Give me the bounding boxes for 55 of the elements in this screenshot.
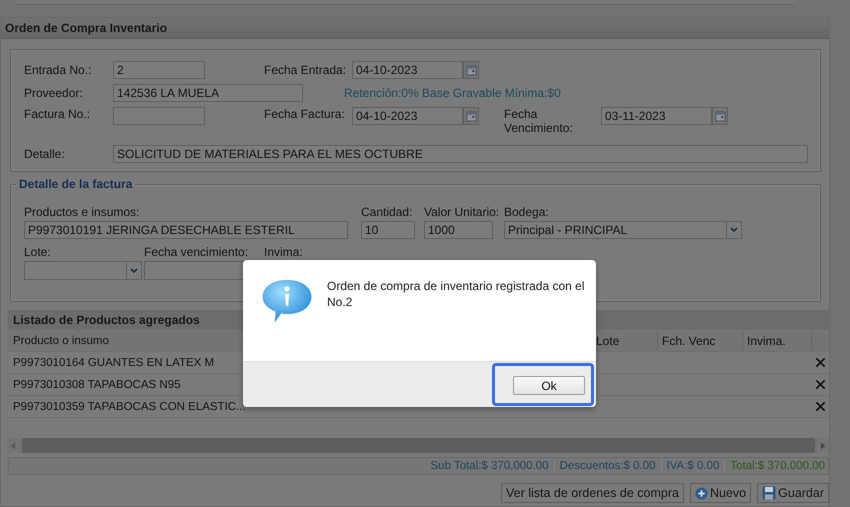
save-button[interactable]: Guardar <box>757 483 829 503</box>
field-label: Valor Unitario: <box>424 205 500 219</box>
field-label: Fecha Entrada: <box>264 63 348 77</box>
total-value: Total:$ 370,000.00 <box>730 460 825 472</box>
delete-icon[interactable] <box>815 357 826 368</box>
scroll-left-icon[interactable] <box>11 442 16 450</box>
input-field[interactable]: 1000 <box>424 221 493 239</box>
select-field[interactable] <box>24 261 142 280</box>
panel-title: Orden de Compra Inventario <box>1 18 829 39</box>
calendar-icon[interactable] <box>463 107 479 125</box>
delete-icon[interactable] <box>815 401 826 412</box>
table-cell: P9973010359 TAPABOCAS CON ELASTIC... <box>13 400 245 412</box>
input-field[interactable]: P9973010191 JERINGA DESECHABLE ESTERIL <box>24 221 348 239</box>
column-header[interactable]: Invima. <box>743 330 812 350</box>
table-cell-text: P9973010164 GUANTES EN LATEX M <box>13 356 216 368</box>
scroll-right-icon[interactable] <box>821 442 826 450</box>
date-field[interactable]: 04-10-2023 <box>352 61 463 79</box>
date-field[interactable]: 03-11-2023 <box>601 107 712 125</box>
calendar-icon[interactable] <box>712 107 728 125</box>
total-value: Descuentos:$ 0.00 <box>560 460 656 472</box>
field-label: Detalle: <box>24 147 66 161</box>
total-value: Sub Total:$ 370,000.00 <box>430 460 549 472</box>
section-legend: Detalle de la factura <box>16 177 136 191</box>
field-label: Factura No.: <box>24 107 92 121</box>
table-cell-text: P9973010308 TAPABOCAS N95 <box>13 378 182 390</box>
input-field[interactable] <box>113 107 205 125</box>
ok-button[interactable]: Ok <box>513 376 585 395</box>
select-field[interactable]: Principal - PRINCIPAL <box>504 221 742 239</box>
field-label: Entrada No.: <box>24 63 92 77</box>
field-label: Lote: <box>24 245 52 259</box>
date-field[interactable]: 04-10-2023 <box>352 107 463 125</box>
field-label: Fecha Factura: <box>264 107 346 121</box>
column-header[interactable]: Fch. Venc <box>658 330 743 350</box>
field-label: Proveedor: <box>24 86 84 100</box>
input-field[interactable]: 10 <box>361 221 415 239</box>
field-label: Fecha vencimiento: <box>144 245 250 259</box>
delete-icon[interactable] <box>815 379 826 390</box>
new-button[interactable]: Nuevo <box>690 483 752 503</box>
calendar-icon[interactable] <box>463 61 479 79</box>
field-label: Productos e insumos: <box>24 205 140 219</box>
input-field[interactable]: 142536 LA MUELA <box>113 84 303 102</box>
horizontal-scrollbar[interactable] <box>8 438 829 453</box>
input-field[interactable]: 2 <box>113 61 205 79</box>
list-button[interactable]: Ver lista de ordenes de compra <box>500 483 684 503</box>
total-value: IVA:$ 0.00 <box>666 460 720 472</box>
field-label: Invima: <box>264 245 303 259</box>
column-header[interactable]: Producto o insumo <box>13 330 245 350</box>
field-label: Bodega: <box>504 205 549 219</box>
info-icon <box>261 278 313 324</box>
field-label: Cantidad: <box>361 205 414 219</box>
dialog-message: Orden de compra de inventario registrada con el No.2 <box>327 278 586 310</box>
plus-icon <box>695 486 708 500</box>
input-field[interactable]: SOLICITUD DE MATERIALES PARA EL MES OCTUBRE <box>113 145 808 163</box>
retention-info: Retención:0% Base Gravable Mínima:$0 <box>344 86 561 100</box>
field-label: Fecha Vencimiento: <box>504 107 574 135</box>
